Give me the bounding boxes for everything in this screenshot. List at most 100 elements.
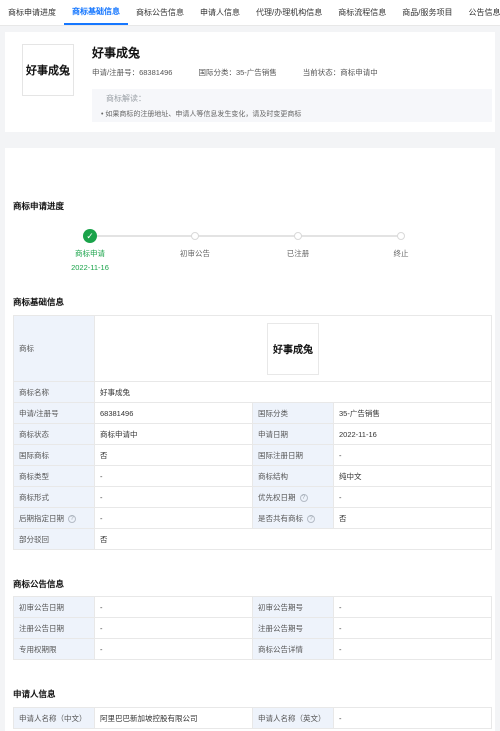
- explanation-title: 商标解读：: [106, 94, 146, 103]
- help-icon[interactable]: ?: [307, 514, 315, 523]
- main-content-card: 商标申请进度 ✓ 商标申请 2022-11-16 初审公告 已注册 终止 商标基…: [5, 148, 495, 731]
- trademark-meta: 申请/注册号：68381496 国际分类：35-广告销售 当前状态：商标申请中: [92, 67, 378, 78]
- trademark-title: 好事成兔: [92, 46, 141, 60]
- tab-announcement-info[interactable]: 商标公告信息: [128, 0, 192, 25]
- field-value: 否: [333, 507, 492, 529]
- tab-applicant-info[interactable]: 申请人信息: [192, 0, 248, 25]
- field-value: -: [333, 617, 492, 639]
- field-label: 注册公告期号: [252, 617, 334, 639]
- field-label: 注册公告日期: [13, 617, 95, 639]
- help-icon[interactable]: ?: [299, 493, 308, 502]
- field-value: -: [94, 465, 253, 487]
- trademark-logo-text: 好事成兔: [26, 65, 70, 77]
- field-label: 初审公告日期: [13, 596, 95, 618]
- field-label: 申请人名称（中文）: [13, 707, 95, 729]
- tab-application-progress[interactable]: 商标申请进度: [0, 0, 64, 25]
- field-label-with-help: 后期指定日期?: [13, 507, 95, 529]
- partial-rejection-label: 部分驳回: [13, 528, 95, 550]
- field-value: -: [333, 638, 492, 660]
- field-value: 2022-11-16: [333, 423, 492, 445]
- table-row: 申请人名称（中文） 阿里巴巴新加坡控股有限公司 申请人名称（英文） -: [13, 707, 492, 729]
- field-value: -: [94, 638, 253, 660]
- table-row: 专用权期限 - 商标公告详情 -: [13, 638, 492, 660]
- tab-announcements[interactable]: 公告信息: [460, 0, 500, 25]
- tab-bar: 商标申请进度 商标基础信息 商标公告信息 申请人信息 代理/办理机构信息 商标流…: [0, 0, 500, 26]
- progress-timeline: ✓ 商标申请 2022-11-16 初审公告 已注册 终止: [65, 229, 410, 272]
- table-row: 商标类型 - 商标结构 纯中文: [13, 465, 492, 487]
- applicant-section-title: 申请人信息: [13, 689, 56, 699]
- table-row: 商标名称 好事成兔: [13, 381, 492, 403]
- field-value: -: [94, 507, 253, 529]
- current-status: 当前状态：商标申请中: [302, 68, 378, 77]
- explanation-text: • 如果商标的注册地址、申请人等信息发生变化，请及时变更商标: [101, 111, 302, 118]
- announcement-section-title: 商标公告信息: [13, 579, 65, 589]
- step-dot-icon: [397, 232, 405, 240]
- name-value: 好事成兔: [94, 381, 492, 403]
- tab-agency-info[interactable]: 代理/办理机构信息: [248, 0, 330, 25]
- field-label: 商标结构: [252, 465, 334, 487]
- field-label: 商标形式: [13, 486, 95, 508]
- trademark-label: 商标: [13, 315, 95, 382]
- help-icon[interactable]: ?: [68, 514, 76, 523]
- trademark-image-text: 好事成兔: [273, 345, 313, 356]
- field-label: 初审公告期号: [252, 596, 334, 618]
- field-label: 专用权期限: [13, 638, 95, 660]
- table-row: 商标状态 商标申请中 申请日期 2022-11-16: [13, 423, 492, 445]
- name-label: 商标名称: [13, 381, 95, 403]
- progress-line: [90, 235, 402, 237]
- field-label-text: 后期指定日期: [19, 513, 64, 523]
- applicant-table: 申请人名称（中文） 阿里巴巴新加坡控股有限公司 申请人名称（英文） -: [13, 707, 492, 729]
- step-dot-icon: [191, 232, 199, 240]
- progress-step-terminated: 终止: [371, 232, 431, 259]
- international-class: 国际分类：35-广告销售: [198, 68, 277, 77]
- registration-number: 申请/注册号：68381496: [92, 68, 173, 77]
- field-value: -: [333, 596, 492, 618]
- field-value: -: [94, 617, 253, 639]
- field-label: 商标状态: [13, 423, 95, 445]
- table-row: 国际商标 否 国际注册日期 -: [13, 444, 492, 466]
- progress-step-applied: ✓ 商标申请 2022-11-16: [60, 229, 120, 272]
- field-label: 申请人名称（英文）: [252, 707, 334, 729]
- progress-step-label: 终止: [393, 249, 409, 258]
- table-row: 部分驳回 否: [13, 528, 492, 550]
- table-row: 商标形式 - 优先权日期? -: [13, 486, 492, 508]
- basic-info-table: 商标 好事成兔 商标名称 好事成兔 申请/注册号 68381496 国际分类 3…: [13, 315, 492, 550]
- basic-info-section-title: 商标基础信息: [13, 297, 65, 307]
- trademark-explanation: 商标解读： • 如果商标的注册地址、申请人等信息发生变化，请及时变更商标: [92, 89, 492, 122]
- progress-step-date: 2022-11-16: [71, 263, 109, 272]
- field-value: 纯中文: [333, 465, 492, 487]
- field-label-text: 是否共有商标: [258, 513, 303, 523]
- field-value: -: [333, 486, 492, 508]
- progress-step-prelim: 初审公告: [165, 232, 225, 259]
- table-row: 注册公告日期 - 注册公告期号 -: [13, 617, 492, 639]
- check-icon: ✓: [83, 229, 97, 243]
- trademark-image-cell: 好事成兔: [94, 315, 492, 382]
- progress-step-registered: 已注册: [268, 232, 328, 259]
- field-label: 申请日期: [252, 423, 334, 445]
- field-label: 国际分类: [252, 402, 334, 424]
- progress-step-label: 商标申请: [75, 249, 105, 258]
- field-value: 阿里巴巴新加坡控股有限公司: [94, 707, 253, 729]
- progress-step-label: 已注册: [286, 249, 310, 258]
- field-label: 商标类型: [13, 465, 95, 487]
- tab-goods-services[interactable]: 商品/服务项目: [394, 0, 460, 25]
- step-dot-icon: [294, 232, 302, 240]
- field-value: 商标申请中: [94, 423, 253, 445]
- announcement-table: 初审公告日期 - 初审公告期号 - 注册公告日期 - 注册公告期号 - 专用权期…: [13, 596, 492, 660]
- field-value: -: [333, 707, 492, 729]
- field-label-text: 优先权日期: [258, 492, 296, 502]
- partial-rejection-value: 否: [94, 528, 492, 550]
- field-value: 68381496: [94, 402, 253, 424]
- field-value: 35-广告销售: [333, 402, 492, 424]
- tab-basic-info[interactable]: 商标基础信息: [64, 0, 128, 25]
- field-label: 商标公告详情: [252, 638, 334, 660]
- tab-process-info[interactable]: 商标流程信息: [330, 0, 394, 25]
- progress-step-label: 初审公告: [180, 249, 210, 258]
- field-label: 国际注册日期: [252, 444, 334, 466]
- progress-section-title: 商标申请进度: [13, 201, 65, 211]
- field-label-with-help: 是否共有商标?: [252, 507, 334, 529]
- table-row: 后期指定日期? - 是否共有商标? 否: [13, 507, 492, 529]
- field-value: -: [94, 596, 253, 618]
- field-value: 否: [94, 444, 253, 466]
- field-value: -: [94, 486, 253, 508]
